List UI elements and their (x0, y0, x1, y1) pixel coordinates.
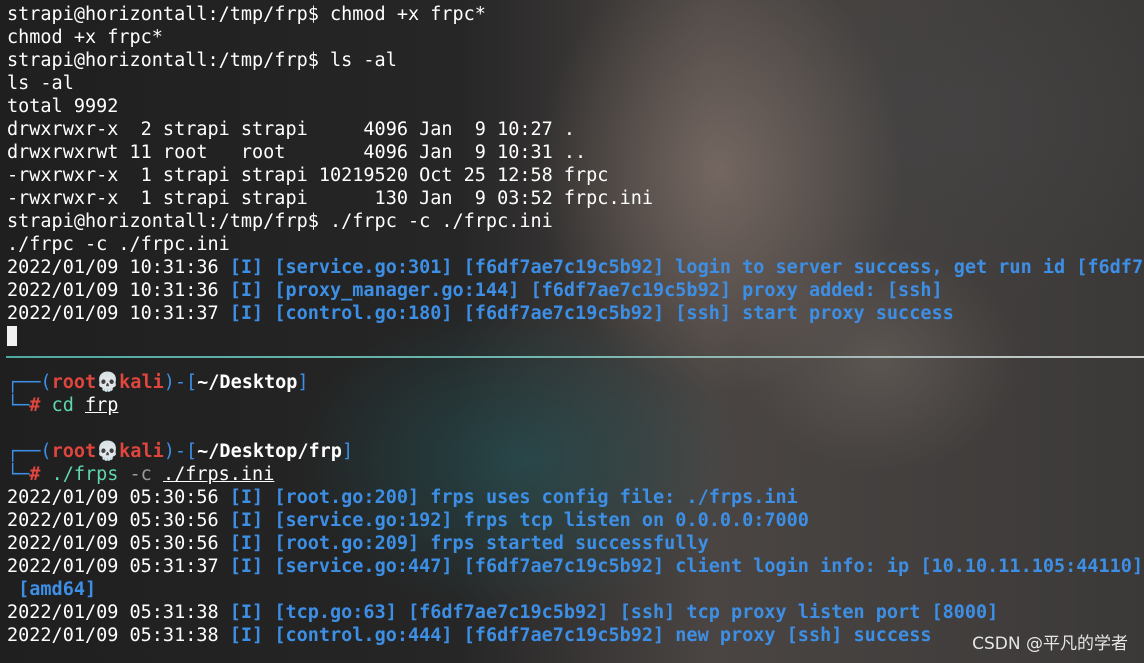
log-message: [control.go:444] [f6df7ae7c19c5b92] new … (274, 625, 932, 646)
log-line: 2022/01/09 10:31:37 [I] [control.go:180]… (7, 302, 954, 325)
command-flag: -c (129, 464, 152, 485)
prompt-header: ┌──(root💀kali)-[~/Desktop/frp] (7, 441, 354, 462)
terminal-pane-bottom[interactable]: ┌──(root💀kali)-[~/Desktop] └─# cd frp ┌─… (0, 360, 1144, 663)
log-level: [I] (229, 556, 275, 577)
log-timestamp: 2022/01/09 05:31:38 (7, 625, 230, 646)
log-level: [I] (229, 257, 275, 278)
prompt-host: kali (119, 372, 164, 393)
terminal-line: drwxrwxr-x 2 strapi strapi 4096 Jan 9 10… (7, 119, 576, 140)
command-name: ./frps (51, 464, 119, 485)
log-message: [service.go:192] frps tcp listen on 0.0.… (274, 510, 809, 531)
terminal-line: ls -al (7, 73, 74, 94)
log-timestamp: 2022/01/09 05:30:56 (7, 533, 230, 554)
prompt-command-line: └─# ./frps -c ./frps.ini (7, 464, 275, 485)
prompt-host: kali (119, 441, 164, 462)
command-args: frp (84, 395, 119, 416)
log-timestamp: 2022/01/09 05:31:37 (7, 556, 230, 577)
log-timestamp: 2022/01/09 05:30:56 (7, 510, 230, 531)
skull-icon: 💀 (96, 441, 120, 462)
log-level: [I] (229, 602, 275, 623)
pane-divider[interactable] (6, 356, 1144, 358)
terminal-line: -rwxrwxr-x 1 strapi strapi 10219520 Oct … (7, 165, 609, 186)
log-line: 2022/01/09 05:30:56 [I] [service.go:192]… (7, 509, 809, 532)
log-line: 2022/01/09 05:31:38 [I] [tcp.go:63] [f6d… (7, 601, 998, 624)
terminal-line: total 9992 (7, 96, 119, 117)
log-message: [service.go:447] [f6df7ae7c19c5b92] clie… (274, 556, 1144, 577)
prompt-command-line: └─# cd frp (7, 395, 119, 416)
log-timestamp: 2022/01/09 10:31:36 (7, 257, 230, 278)
log-timestamp: 2022/01/09 10:31:37 (7, 303, 230, 324)
terminal-line: chmod +x frpc* (7, 27, 163, 48)
skull-icon: 💀 (96, 372, 120, 393)
command-args: ./frps.ini (162, 464, 275, 485)
log-timestamp: 2022/01/09 05:31:38 (7, 602, 230, 623)
log-message: [proxy_manager.go:144] [f6df7ae7c19c5b92… (274, 280, 943, 301)
log-level: [I] (229, 280, 275, 301)
log-message: [tcp.go:63] [f6df7ae7c19c5b92] [ssh] tcp… (274, 602, 999, 623)
log-timestamp: 2022/01/09 05:30:56 (7, 487, 230, 508)
terminal-line: strapi@horizontall:/tmp/frp$ chmod +x fr… (7, 4, 486, 25)
log-level: [I] (229, 487, 275, 508)
log-level: [I] (229, 510, 275, 531)
log-line: 2022/01/09 05:31:38 [I] [control.go:444]… (7, 624, 931, 647)
log-message: [amd64] (7, 579, 97, 600)
log-level: [I] (229, 533, 275, 554)
log-level: [I] (229, 625, 275, 646)
log-message: [control.go:180] [f6df7ae7c19c5b92] [ssh… (274, 303, 954, 324)
terminal-line: strapi@horizontall:/tmp/frp$ ls -al (7, 50, 397, 71)
watermark: CSDN @平凡的学者 (972, 634, 1128, 654)
log-line: 2022/01/09 05:30:56 [I] [root.go:200] fr… (7, 486, 798, 509)
log-line: 2022/01/09 05:31:37 [I] [service.go:447]… (7, 555, 1144, 578)
terminal-line: drwxrwxrwt 11 root root 4096 Jan 9 10:31… (7, 142, 587, 163)
terminal-line: ./frpc -c ./frpc.ini (7, 234, 230, 255)
log-line: 2022/01/09 10:31:36 [I] [proxy_manager.g… (7, 279, 943, 302)
log-message: [root.go:200] frps uses config file: ./f… (274, 487, 798, 508)
prompt-path: ~/Desktop (197, 372, 298, 393)
log-timestamp: 2022/01/09 10:31:36 (7, 280, 230, 301)
log-message: [root.go:209] frps started successfully (274, 533, 709, 554)
log-line: 2022/01/09 10:31:36 [I] [service.go:301]… (7, 256, 1144, 279)
command-name: cd (51, 395, 74, 416)
prompt-user: root (51, 441, 97, 462)
terminal-pane-top[interactable]: strapi@horizontall:/tmp/frp$ chmod +x fr… (0, 0, 1144, 356)
prompt-header: ┌──(root💀kali)-[~/Desktop] (7, 372, 309, 393)
terminal-line: -rwxrwxr-x 1 strapi strapi 130 Jan 9 03:… (7, 188, 654, 209)
log-message: [service.go:301] [f6df7ae7c19c5b92] logi… (274, 257, 1144, 278)
terminal-line: strapi@horizontall:/tmp/frp$ ./frpc -c .… (7, 211, 553, 232)
log-level: [I] (229, 303, 275, 324)
log-line: 2022/01/09 05:30:56 [I] [root.go:209] fr… (7, 532, 709, 555)
prompt-user: root (51, 372, 97, 393)
prompt-path: ~/Desktop/frp (197, 441, 342, 462)
terminal-cursor (7, 326, 17, 346)
log-line: [amd64] (7, 578, 96, 601)
